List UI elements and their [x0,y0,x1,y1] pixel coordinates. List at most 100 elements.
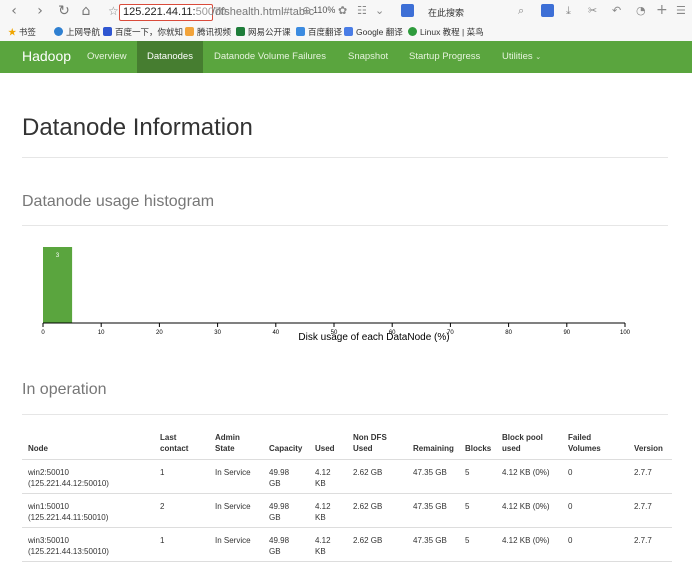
bookmark-item[interactable]: 百度翻译 [296,26,342,38]
cell-failed-volumes: 0 [562,493,628,528]
search-icon[interactable]: ⌕ [518,4,524,18]
chevron-down-icon: ⌄ [535,54,542,61]
x-tick-label: 90 [563,330,570,336]
nav-snapshot[interactable]: Snapshot [338,41,398,73]
col-header-blocks[interactable]: Blocks [459,432,496,460]
dropdown-icon[interactable]: ⌄ [375,4,384,17]
bookmark-item[interactable]: 百度一下，你就知 [103,26,183,38]
bookmark-item[interactable]: 腾讯视频 [185,26,231,38]
favorite-star-icon[interactable]: ☆ [108,4,119,18]
cell-capacity: 49.98 GB [263,527,309,562]
bookmark-item[interactable]: 网易公开课 [236,26,291,38]
cell-admin-state: In Service [209,459,263,494]
cell-remaining: 47.35 GB [407,459,459,494]
undo-icon[interactable]: ↶ [612,4,621,17]
reader-icon[interactable]: ☷ [357,4,367,17]
col-header-non-dfs-used[interactable]: Non DFS Used [347,432,407,460]
cell-used: 4.12 KB [309,459,347,494]
cell-block-pool-used: 4.12 KB (0%) [496,527,562,562]
search-input[interactable]: 在此搜索 [428,6,464,19]
browser-toolbar: ‹ › ↻ ⌂ ☆ 125.221.44.11:50070 /dfshealth… [0,0,692,24]
in-operation-title: In operation [22,381,107,398]
zoom-level[interactable]: 110% [313,5,335,15]
table-header-row: Node Last contact Admin State Capacity Use… [22,432,672,460]
cell-last-contact: 1 [154,527,209,562]
download-icon[interactable]: ⤓ [566,4,571,18]
page-title: Datanode Information [22,114,253,141]
col-header-version[interactable]: Version [628,432,672,460]
cut-icon[interactable]: ✂ [588,4,597,17]
cell-blocks: 5 [459,459,496,494]
cell-node: win1:50010 (125.221.44.11:50010) [22,493,154,528]
forward-icon[interactable]: › [32,3,48,19]
divider [22,414,668,415]
history-icon[interactable]: ◔ [636,4,646,17]
cell-block-pool-used: 4.12 KB (0%) [496,459,562,494]
cell-last-contact: 2 [154,493,209,528]
translate-icon[interactable] [541,4,554,17]
cell-failed-volumes: 0 [562,527,628,562]
x-tick-label: 10 [98,330,105,336]
nav-startup-progress[interactable]: Startup Progress [399,41,490,73]
col-header-remaining[interactable]: Remaining [407,432,459,460]
histogram-title: Datanode usage histogram [22,193,215,210]
cell-blocks: 5 [459,527,496,562]
nav-datanodes[interactable]: Datanodes [137,41,203,73]
cell-node: win3:50010 (125.221.44.13:50010) [22,527,154,562]
col-header-failed-volumes[interactable]: Failed Volumes [562,432,628,460]
url-path[interactable]: /dfshealth.html#tab-c [212,6,314,18]
cell-version: 2.7.7 [628,527,672,562]
table-row: win1:50010 (125.221.44.11:50010) 2 In Ser… [22,493,672,528]
table-row: win2:50010 (125.221.44.12:50010) 1 In Ser… [22,459,672,494]
back-icon[interactable]: ‹ [6,3,22,19]
home-icon[interactable]: ⌂ [78,3,94,19]
address-bar-host[interactable]: 125.221.44.11:50070 [119,4,226,21]
reload-icon[interactable]: ↻ [56,3,72,19]
cell-non-dfs-used: 2.62 GB [347,459,407,494]
cell-used: 4.12 KB [309,493,347,528]
bookmark-folder[interactable]: ★ 书签 [8,26,36,38]
cell-failed-volumes: 0 [562,459,628,494]
divider [22,157,668,158]
x-tick-label: 40 [272,330,279,336]
x-tick-label: 30 [214,330,221,336]
x-tick-label: 0 [41,330,45,336]
x-tick-label: 80 [505,330,512,336]
bookmark-item[interactable]: 上网导航 [54,26,100,38]
extension-icon[interactable]: ✿ [338,4,347,17]
col-header-block-pool-used[interactable]: Block pool used [496,432,562,460]
col-header-admin-state[interactable]: Admin State [209,432,263,460]
search-engine-icon[interactable] [401,4,414,17]
zoom-icon: ⊕ [302,4,312,17]
hadoop-navbar: Hadoop Overview Datanodes Datanode Volum… [0,41,692,73]
col-header-last-contact[interactable]: Last contact [154,432,209,460]
datanodes-table: Node Last contact Admin State Capacity Use… [22,432,672,562]
divider [22,225,668,226]
bookmarks-bar: ★ 书签 上网导航 百度一下，你就知 腾讯视频 网易公开课 百度翻译 Googl… [0,24,692,42]
cell-last-contact: 1 [154,459,209,494]
col-header-capacity[interactable]: Capacity [263,432,309,460]
cell-admin-state: In Service [209,493,263,528]
x-tick-label: 100 [620,330,631,336]
col-header-used[interactable]: Used [309,432,347,460]
cell-non-dfs-used: 2.62 GB [347,493,407,528]
usage-histogram: 30 10 20 30 40 50 60 70 80 90 100Disk usage of eac… [41,247,631,343]
cell-block-pool-used: 4.12 KB (0%) [496,493,562,528]
bookmark-item[interactable]: Google 翻译 [344,26,403,38]
cell-version: 2.7.7 [628,459,672,494]
brand-logo[interactable]: Hadoop [22,48,71,64]
bookmark-item[interactable]: Linux 教程 | 菜鸟 [408,26,484,38]
cell-admin-state: In Service [209,527,263,562]
nav-utilities[interactable]: Utilities ⌄ [492,41,551,73]
menu-icon[interactable]: ☰ [676,4,686,17]
nav-datanode-volume-failures[interactable]: Datanode Volume Failures [204,41,336,73]
cell-capacity: 49.98 GB [263,459,309,494]
new-tab-icon[interactable]: + [656,2,668,18]
cell-capacity: 49.98 GB [263,493,309,528]
cell-used: 4.12 KB [309,527,347,562]
col-header-node[interactable]: Node [22,432,154,460]
x-tick-label: 20 [156,330,163,336]
cell-node: win2:50010 (125.221.44.12:50010) [22,459,154,494]
x-axis-label: Disk usage of each DataNode (%) [298,332,449,343]
nav-overview[interactable]: Overview [77,41,137,73]
